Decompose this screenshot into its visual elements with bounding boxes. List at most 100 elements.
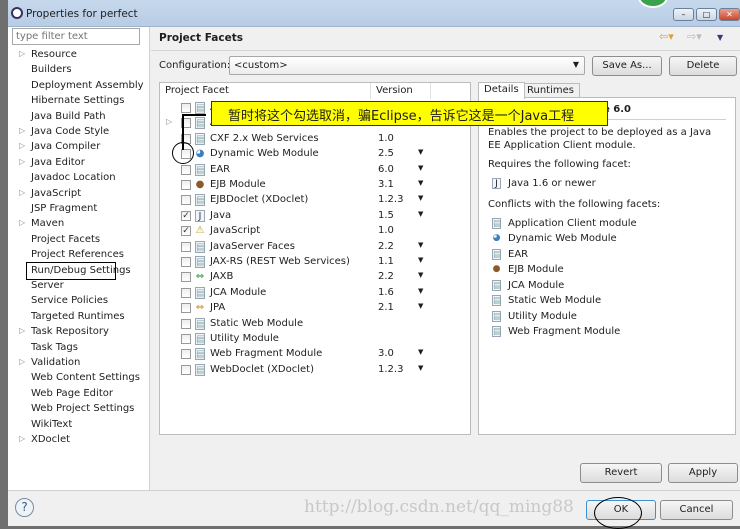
facet-checkbox[interactable] <box>181 257 191 267</box>
sidebar-item-web-content-settings[interactable]: Web Content Settings <box>31 372 140 387</box>
expand-arrow-icon[interactable]: ▷ <box>19 157 25 166</box>
facet-checkbox[interactable] <box>181 241 191 252</box>
facet-checkbox[interactable] <box>181 195 191 206</box>
version-dropdown-icon[interactable]: ▼ <box>418 194 423 202</box>
expand-arrow-icon[interactable]: ▷ <box>19 357 25 366</box>
version-dropdown-icon[interactable]: ▼ <box>418 210 423 218</box>
sidebar-item-maven[interactable]: ▷ Maven <box>19 218 64 233</box>
facet-checkbox[interactable] <box>181 318 191 329</box>
back-icon[interactable]: ⇦▾ <box>659 30 674 43</box>
facet-checkbox[interactable] <box>181 287 191 298</box>
sidebar-item-javascript[interactable]: ▷ JavaScript <box>19 187 82 203</box>
version-dropdown-icon[interactable]: ▼ <box>418 241 423 249</box>
expand-arrow-icon[interactable]: ▷ <box>19 49 25 58</box>
version-dropdown-icon[interactable]: ▼ <box>418 179 423 187</box>
expand-arrow-icon[interactable]: ▷ <box>19 126 25 135</box>
sidebar-item-java-compiler[interactable]: ▷ Java Compiler <box>19 141 100 156</box>
table-row[interactable]: ✓ J Java 1.5 ▼ <box>160 209 470 224</box>
expand-arrow-icon[interactable]: ▷ <box>19 434 25 443</box>
sidebar-item-deployment-assembly[interactable]: Deployment Assembly <box>31 80 144 95</box>
sidebar-item-task-repository[interactable]: ▷ Task Repository <box>19 326 109 341</box>
facet-version: 1.2.3 <box>378 194 404 206</box>
sidebar-item-jsp-fragment[interactable]: JSP Fragment <box>31 203 97 218</box>
sidebar-item-server[interactable]: Server <box>31 280 64 295</box>
save-as-button[interactable]: Save As... <box>592 56 662 76</box>
delete-button[interactable]: Delete <box>669 56 737 76</box>
cancel-button[interactable]: Cancel <box>660 500 733 520</box>
maximize-button[interactable]: □ <box>696 8 717 21</box>
table-row[interactable]: ✓ ⚠ JavaScript 1.0 <box>160 224 470 239</box>
sidebar-item-targeted-runtimes[interactable]: Targeted Runtimes <box>31 311 125 326</box>
version-dropdown-icon[interactable]: ▼ <box>418 348 423 356</box>
expand-arrow-icon[interactable]: ▷ <box>19 326 25 335</box>
doc-facet-icon: ▤ <box>195 240 206 253</box>
revert-button[interactable]: Revert <box>580 463 662 483</box>
expand-arrow-icon[interactable]: ▷ <box>19 188 25 197</box>
configuration-select[interactable]: <custom> ▼ <box>229 56 585 75</box>
version-dropdown-icon[interactable]: ▼ <box>418 271 423 279</box>
facet-checkbox[interactable] <box>181 303 191 314</box>
table-row[interactable]: ◕ Dynamic Web Module 2.5 ▼ <box>160 147 470 162</box>
sidebar-item-label: JavaScript <box>31 187 82 199</box>
conflicting-facet-label: EAR <box>508 248 529 260</box>
sidebar-item-project-facets[interactable]: Project Facets <box>31 234 100 249</box>
version-dropdown-icon[interactable]: ▼ <box>418 164 423 172</box>
filter-input[interactable] <box>12 28 140 45</box>
facet-checkbox[interactable] <box>181 180 191 190</box>
tab-details[interactable]: Details <box>478 82 525 99</box>
sidebar-item-label: Project Facets <box>31 233 101 245</box>
facet-checkbox[interactable] <box>181 364 191 375</box>
sidebar-item-resource[interactable]: ▷ Resource <box>19 49 77 64</box>
version-dropdown-icon[interactable]: ▼ <box>418 148 423 156</box>
sidebar-item-service-policies[interactable]: Service Policies <box>31 295 108 310</box>
table-row[interactable]: ⇔ JPA 2.1 ▼ <box>160 301 470 316</box>
facet-checkbox[interactable]: ✓ <box>181 210 191 221</box>
sidebar-item-java-code-style[interactable]: ▷ Java Code Style <box>19 126 109 141</box>
table-row[interactable]: ▤ JavaServer Faces 2.2 ▼ <box>160 240 470 255</box>
expand-arrow-icon[interactable]: ▷ <box>166 117 172 126</box>
table-row[interactable]: ▤ EJBDoclet (XDoclet) 1.2.3 ▼ <box>160 193 470 208</box>
facet-name: Dynamic Web Module <box>210 148 319 160</box>
table-row[interactable]: ▤ Utility Module <box>160 332 470 347</box>
table-row[interactable]: ▤ JCA Module 1.6 ▼ <box>160 286 470 301</box>
version-dropdown-icon[interactable]: ▼ <box>418 256 423 264</box>
sidebar-item-builders[interactable]: Builders <box>31 64 72 79</box>
sidebar-item-javadoc-location[interactable]: Javadoc Location <box>31 172 116 187</box>
facet-checkbox[interactable] <box>181 164 191 175</box>
sidebar-item-task-tags[interactable]: Task Tags <box>31 342 78 357</box>
sidebar-item-validation[interactable]: ▷ Validation <box>19 357 80 372</box>
help-icon[interactable]: ? <box>15 498 34 517</box>
expand-arrow-icon[interactable]: ▷ <box>19 141 25 150</box>
facet-checkbox[interactable] <box>181 103 191 113</box>
table-row[interactable]: ⇔ JAXB 2.2 ▼ <box>160 270 470 285</box>
minimize-button[interactable]: – <box>673 8 694 21</box>
sidebar-item-web-page-editor[interactable]: Web Page Editor <box>31 388 113 403</box>
apply-button[interactable]: Apply <box>668 463 738 483</box>
sidebar-item-java-editor[interactable]: ▷ Java Editor <box>19 157 85 172</box>
table-row[interactable]: ▤ EAR 6.0 ▼ <box>160 163 470 178</box>
version-dropdown-icon[interactable]: ▼ <box>418 287 423 295</box>
version-dropdown-icon[interactable]: ▼ <box>418 302 423 310</box>
sidebar-item-java-build-path[interactable]: Java Build Path <box>31 111 106 126</box>
expand-arrow-icon[interactable]: ▷ <box>19 218 25 227</box>
table-row[interactable]: ▤ JAX-RS (REST Web Services) 1.1 ▼ <box>160 255 470 270</box>
facet-checkbox[interactable] <box>181 349 191 360</box>
table-row[interactable]: ▤ Static Web Module <box>160 317 470 332</box>
sidebar-item-hibernate-settings[interactable]: Hibernate Settings <box>31 95 124 110</box>
facet-checkbox[interactable]: ✓ <box>181 226 191 237</box>
sidebar-item-xdoclet[interactable]: ▷ XDoclet <box>19 434 70 449</box>
sidebar-item-wikitext[interactable]: WikiText <box>31 419 72 434</box>
close-button[interactable]: ✕ <box>719 8 740 21</box>
table-row[interactable]: ▤ Web Fragment Module 3.0 ▼ <box>160 347 470 362</box>
forward-icon[interactable]: ⇨▾ <box>687 30 702 43</box>
table-row[interactable]: ▤ CXF 2.x Web Services 1.0 <box>160 132 470 147</box>
sidebar-item-web-project-settings[interactable]: Web Project Settings <box>31 403 134 418</box>
view-menu-icon[interactable]: ▼ <box>717 33 723 42</box>
table-row[interactable]: ● EJB Module 3.1 ▼ <box>160 178 470 193</box>
column-project-facet[interactable]: Project Facet <box>160 83 371 99</box>
facet-checkbox[interactable] <box>181 272 191 283</box>
column-version[interactable]: Version <box>371 83 431 99</box>
table-row[interactable]: ▤ WebDoclet (XDoclet) 1.2.3 ▼ <box>160 363 470 378</box>
facet-checkbox[interactable] <box>181 334 191 344</box>
version-dropdown-icon[interactable]: ▼ <box>418 364 423 372</box>
